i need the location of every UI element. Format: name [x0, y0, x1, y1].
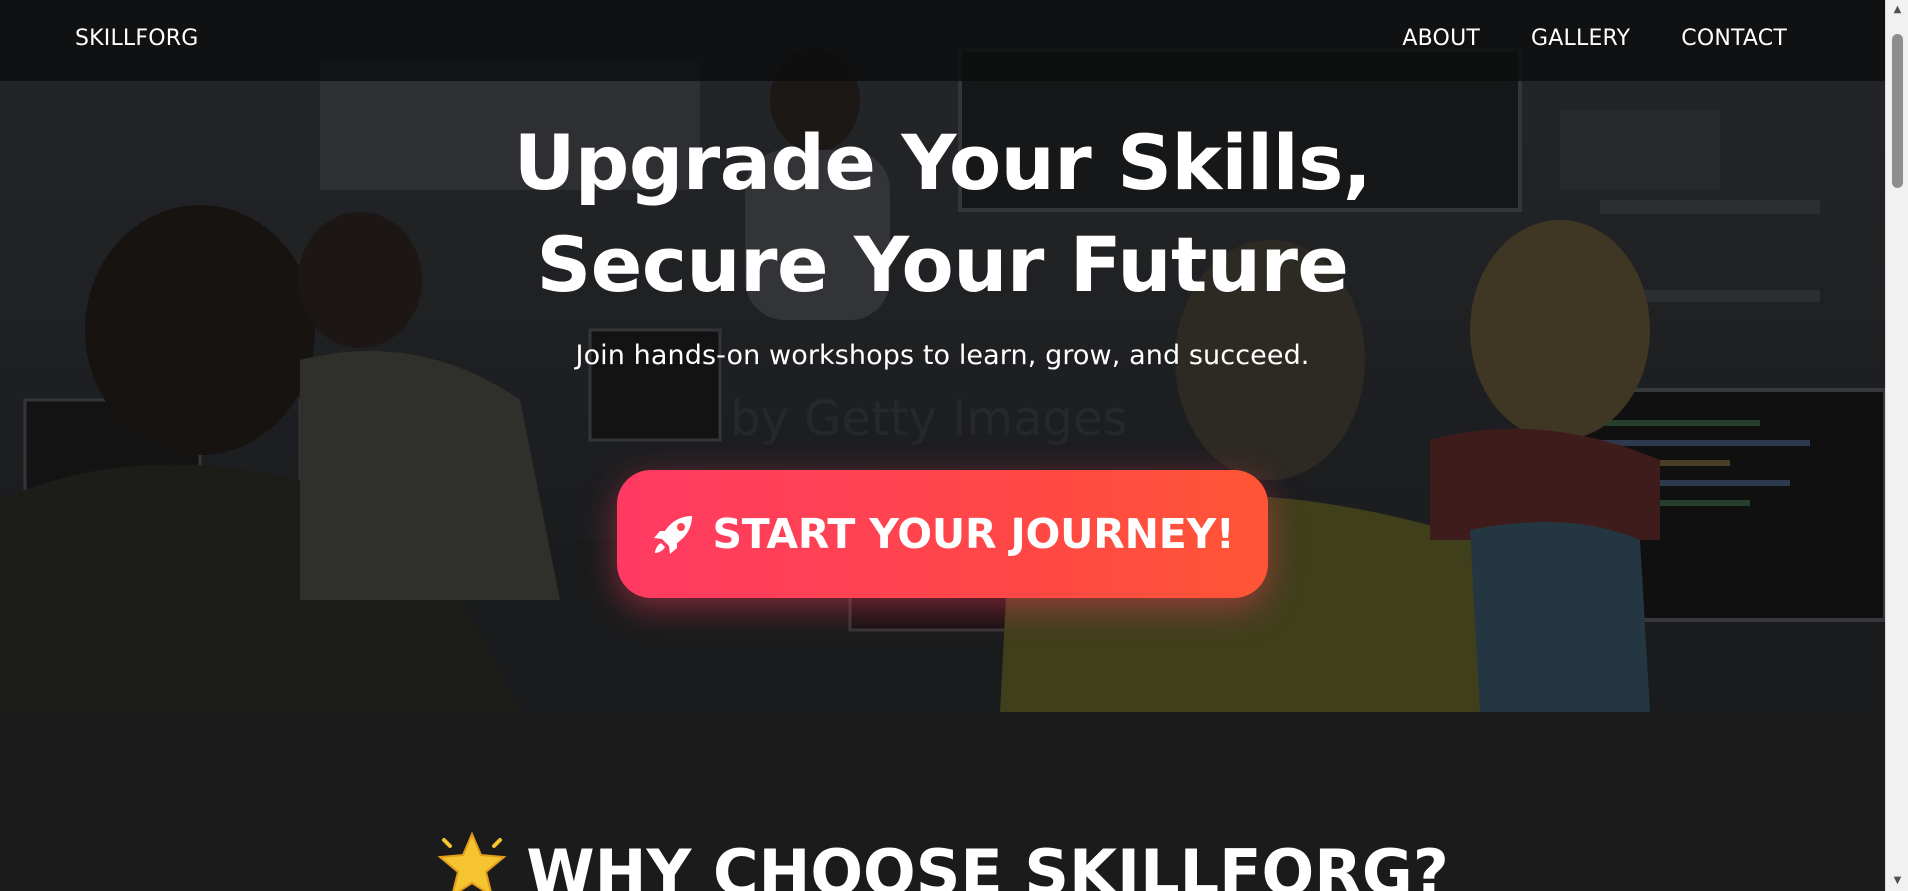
- top-navbar: SKILLFORG ABOUT GALLERY CONTACT: [0, 0, 1885, 81]
- hero-title-line-1: Upgrade Your Skills,: [513, 118, 1372, 207]
- nav-link-contact[interactable]: CONTACT: [1681, 26, 1787, 51]
- nav-link-gallery[interactable]: GALLERY: [1531, 26, 1630, 51]
- hero-section: by Getty Images Upgrade Your Skills, Sec…: [0, 0, 1885, 712]
- hero-title-line-2: Secure Your Future: [536, 220, 1349, 309]
- why-choose-heading: WHY CHOOSE SKILLFORG?: [0, 830, 1885, 891]
- nav-links: ABOUT GALLERY CONTACT: [1402, 26, 1787, 51]
- why-choose-heading-text: WHY CHOOSE SKILLFORG?: [526, 836, 1449, 891]
- scrollbar-thumb[interactable]: [1892, 34, 1903, 188]
- page: by Getty Images Upgrade Your Skills, Sec…: [0, 0, 1908, 891]
- why-choose-section: WHY CHOOSE SKILLFORG?: [0, 712, 1885, 891]
- scroll-up-arrow-icon[interactable]: ▲: [1886, 0, 1908, 20]
- brand-logo-link[interactable]: SKILLFORG: [75, 26, 199, 51]
- hero-content: Upgrade Your Skills, Secure Your Future …: [0, 112, 1885, 371]
- start-journey-button[interactable]: START YOUR JOURNEY!: [617, 470, 1268, 598]
- star-icon: [436, 830, 508, 891]
- rocket-icon: [650, 510, 698, 558]
- hero-subtitle: Join hands-on workshops to learn, grow, …: [575, 340, 1310, 371]
- hero-title: Upgrade Your Skills, Secure Your Future: [0, 112, 1885, 316]
- nav-link-about[interactable]: ABOUT: [1402, 26, 1480, 51]
- scroll-down-arrow-icon[interactable]: ▼: [1886, 871, 1908, 891]
- start-journey-label: START YOUR JOURNEY!: [712, 510, 1235, 558]
- vertical-scrollbar[interactable]: ▲ ▼: [1885, 0, 1908, 891]
